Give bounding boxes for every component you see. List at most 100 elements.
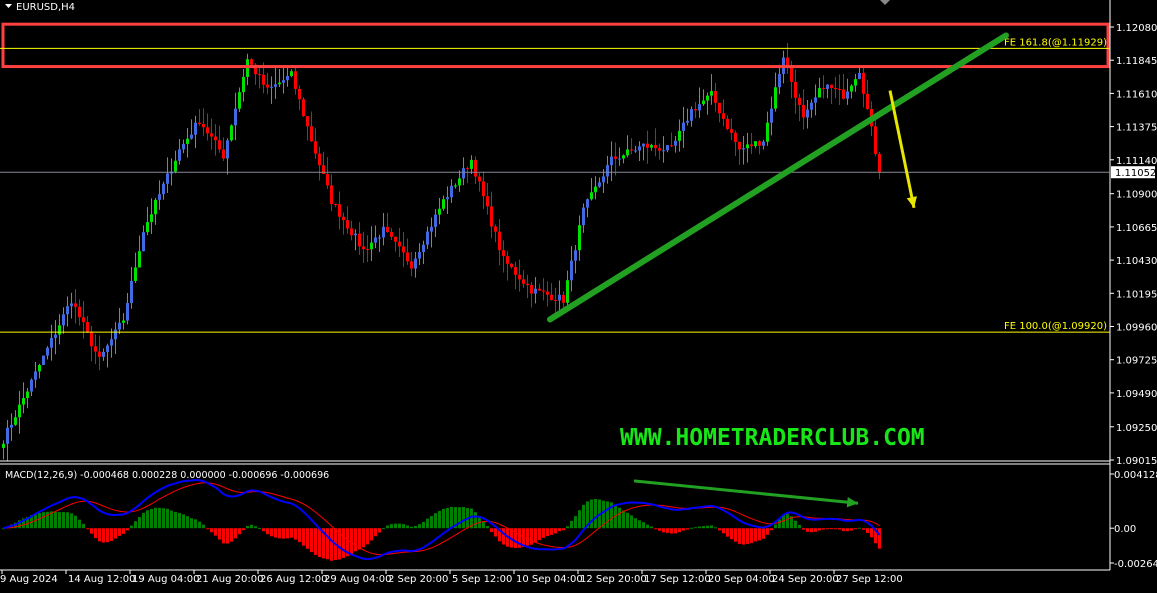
macd-tick-label: 0.004128: [1114, 470, 1157, 481]
macd-histogram-bar: [74, 515, 77, 529]
macd-histogram-bar: [570, 520, 573, 529]
bearish-candle: [82, 317, 85, 323]
macd-histogram-bar: [358, 528, 361, 550]
macd-histogram-bar: [174, 511, 177, 529]
bearish-candle: [506, 256, 509, 264]
macd-histogram-bar: [458, 507, 461, 529]
bullish-candle: [594, 186, 597, 193]
bullish-candle: [742, 148, 745, 150]
bullish-candle: [122, 320, 125, 323]
bearish-candle: [410, 261, 413, 269]
bullish-candle: [618, 158, 621, 160]
bearish-candle: [210, 133, 213, 137]
macd-histogram-bar: [234, 528, 237, 539]
bullish-candle: [638, 146, 641, 151]
bullish-candle: [438, 208, 441, 215]
macd-histogram-bar: [566, 526, 569, 529]
bearish-candle: [206, 127, 209, 134]
price-tick-label: 1.10900: [1116, 190, 1157, 201]
bearish-candle: [366, 249, 369, 251]
macd-histogram-bar: [410, 526, 413, 529]
price-tick-label: 1.11375: [1116, 123, 1157, 134]
bullish-candle: [30, 379, 33, 392]
bearish-candle: [738, 141, 741, 150]
bullish-candle: [14, 417, 17, 425]
macd-histogram-bar: [98, 528, 101, 542]
bearish-candle: [614, 156, 617, 159]
macd-histogram-bar: [82, 523, 85, 529]
bearish-candle: [330, 185, 333, 205]
bullish-candle: [682, 122, 685, 131]
macd-histogram-bar: [642, 522, 645, 529]
macd-histogram-bar: [218, 528, 221, 540]
bearish-candle: [530, 284, 533, 294]
bearish-candle: [314, 141, 317, 154]
price-tick-label: 1.09960: [1116, 322, 1157, 333]
bullish-candle: [678, 130, 681, 141]
bullish-candle: [182, 143, 185, 150]
bullish-candle: [622, 155, 625, 159]
bullish-candle: [138, 251, 141, 268]
bearish-candle: [542, 290, 545, 292]
macd-histogram-bar: [142, 512, 145, 529]
time-tick-label: 20 Sep 04:00: [708, 574, 775, 585]
bullish-candle: [246, 59, 249, 77]
bullish-candle: [810, 102, 813, 110]
bullish-candle: [422, 244, 425, 253]
bullish-candle: [458, 178, 461, 186]
macd-histogram-bar: [394, 523, 397, 529]
macd-divergence-arrow[interactable]: [633, 479, 859, 505]
macd-histogram-bar: [446, 508, 449, 529]
bearish-candle: [694, 109, 697, 111]
bullish-candle: [746, 144, 749, 149]
bullish-candle: [70, 303, 73, 307]
macd-histogram-bar: [562, 528, 565, 531]
bearish-candle: [874, 126, 877, 154]
bullish-candle: [414, 258, 417, 269]
forecast-arrow[interactable]: [888, 90, 916, 209]
macd-histogram-bar: [462, 506, 465, 529]
macd-histogram-bar: [298, 528, 301, 543]
bullish-candle: [142, 232, 145, 252]
bullish-candle: [426, 231, 429, 245]
macd-histogram-bar: [190, 518, 193, 529]
bearish-candle: [730, 129, 733, 133]
macd-label: MACD(12,26,9) -0.000468 0.000228 0.00000…: [5, 470, 329, 481]
bearish-candle: [654, 144, 657, 149]
bullish-candle: [42, 355, 45, 365]
bullish-candle: [598, 182, 601, 187]
macd-histogram-bar: [134, 521, 137, 529]
macd-histogram-bar: [374, 528, 377, 537]
macd-histogram-bar: [862, 528, 865, 530]
macd-histogram-bar: [326, 528, 329, 560]
bearish-candle: [302, 99, 305, 117]
macd-histogram-bar: [606, 501, 609, 529]
resistance-zone-rect[interactable]: [1, 22, 1110, 69]
bullish-candle: [46, 347, 49, 356]
bearish-candle: [790, 66, 793, 82]
macd-histogram-bar: [426, 518, 429, 529]
dropdown-triangle-icon[interactable]: [5, 4, 12, 8]
macd-histogram-bar: [626, 512, 629, 529]
macd-histogram-bar: [182, 514, 185, 529]
bearish-candle: [402, 246, 405, 253]
bullish-candle: [818, 88, 821, 98]
macd-histogram-bar: [166, 508, 169, 529]
bullish-candle: [858, 72, 861, 80]
macd-histogram-bar: [78, 519, 81, 529]
shift-marker-icon[interactable]: [880, 0, 890, 5]
bearish-candle: [550, 294, 553, 300]
bullish-candle: [634, 150, 637, 152]
macd-histogram-bar: [310, 528, 313, 553]
bullish-candle: [430, 226, 433, 232]
macd-histogram-bar: [714, 527, 717, 529]
macd-histogram-bar: [318, 528, 321, 558]
price-tick-label: 1.11845: [1116, 56, 1157, 67]
macd-histogram-bar: [406, 525, 409, 529]
time-tick-label: 14 Aug 12:00: [68, 574, 135, 585]
bearish-candle: [326, 173, 329, 186]
bearish-candle: [250, 59, 253, 65]
macd-histogram-bar: [774, 524, 777, 529]
macd-histogram-bar: [154, 507, 157, 529]
macd-histogram-bar: [630, 515, 633, 529]
